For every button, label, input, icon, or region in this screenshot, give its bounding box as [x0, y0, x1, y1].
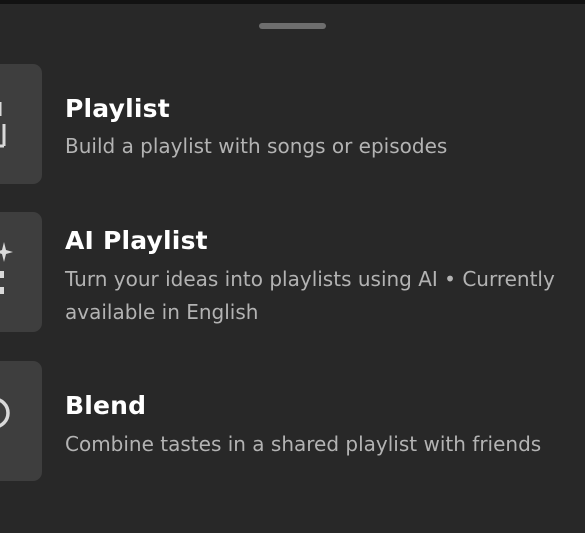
option-title: Playlist [65, 94, 170, 123]
create-bottom-sheet: Playlist Build a playlist with songs or … [0, 4, 585, 533]
drag-handle[interactable] [259, 23, 326, 29]
blend-icon [0, 361, 42, 481]
option-blend[interactable]: Blend Combine tastes in a shared playlis… [0, 361, 585, 481]
playlist-icon [0, 64, 42, 184]
option-ai-playlist[interactable]: AI Playlist Turn your ideas into playlis… [0, 212, 585, 332]
option-description: Build a playlist with songs or episodes [65, 130, 585, 163]
option-description: Combine tastes in a shared playlist with… [65, 428, 585, 461]
option-description-line-2: available in English [65, 300, 259, 324]
option-title: AI Playlist [65, 226, 208, 255]
sparkle-icon [0, 212, 42, 332]
option-description-line: Combine tastes in a shared playlist with… [65, 432, 542, 456]
option-description: Turn your ideas into playlists using AI … [65, 263, 585, 329]
option-title: Blend [65, 391, 147, 420]
option-description-line: Build a playlist with songs or episodes [65, 134, 448, 158]
option-description-line-1: Turn your ideas into playlists using AI … [65, 267, 555, 291]
option-playlist[interactable]: Playlist Build a playlist with songs or … [0, 64, 585, 184]
